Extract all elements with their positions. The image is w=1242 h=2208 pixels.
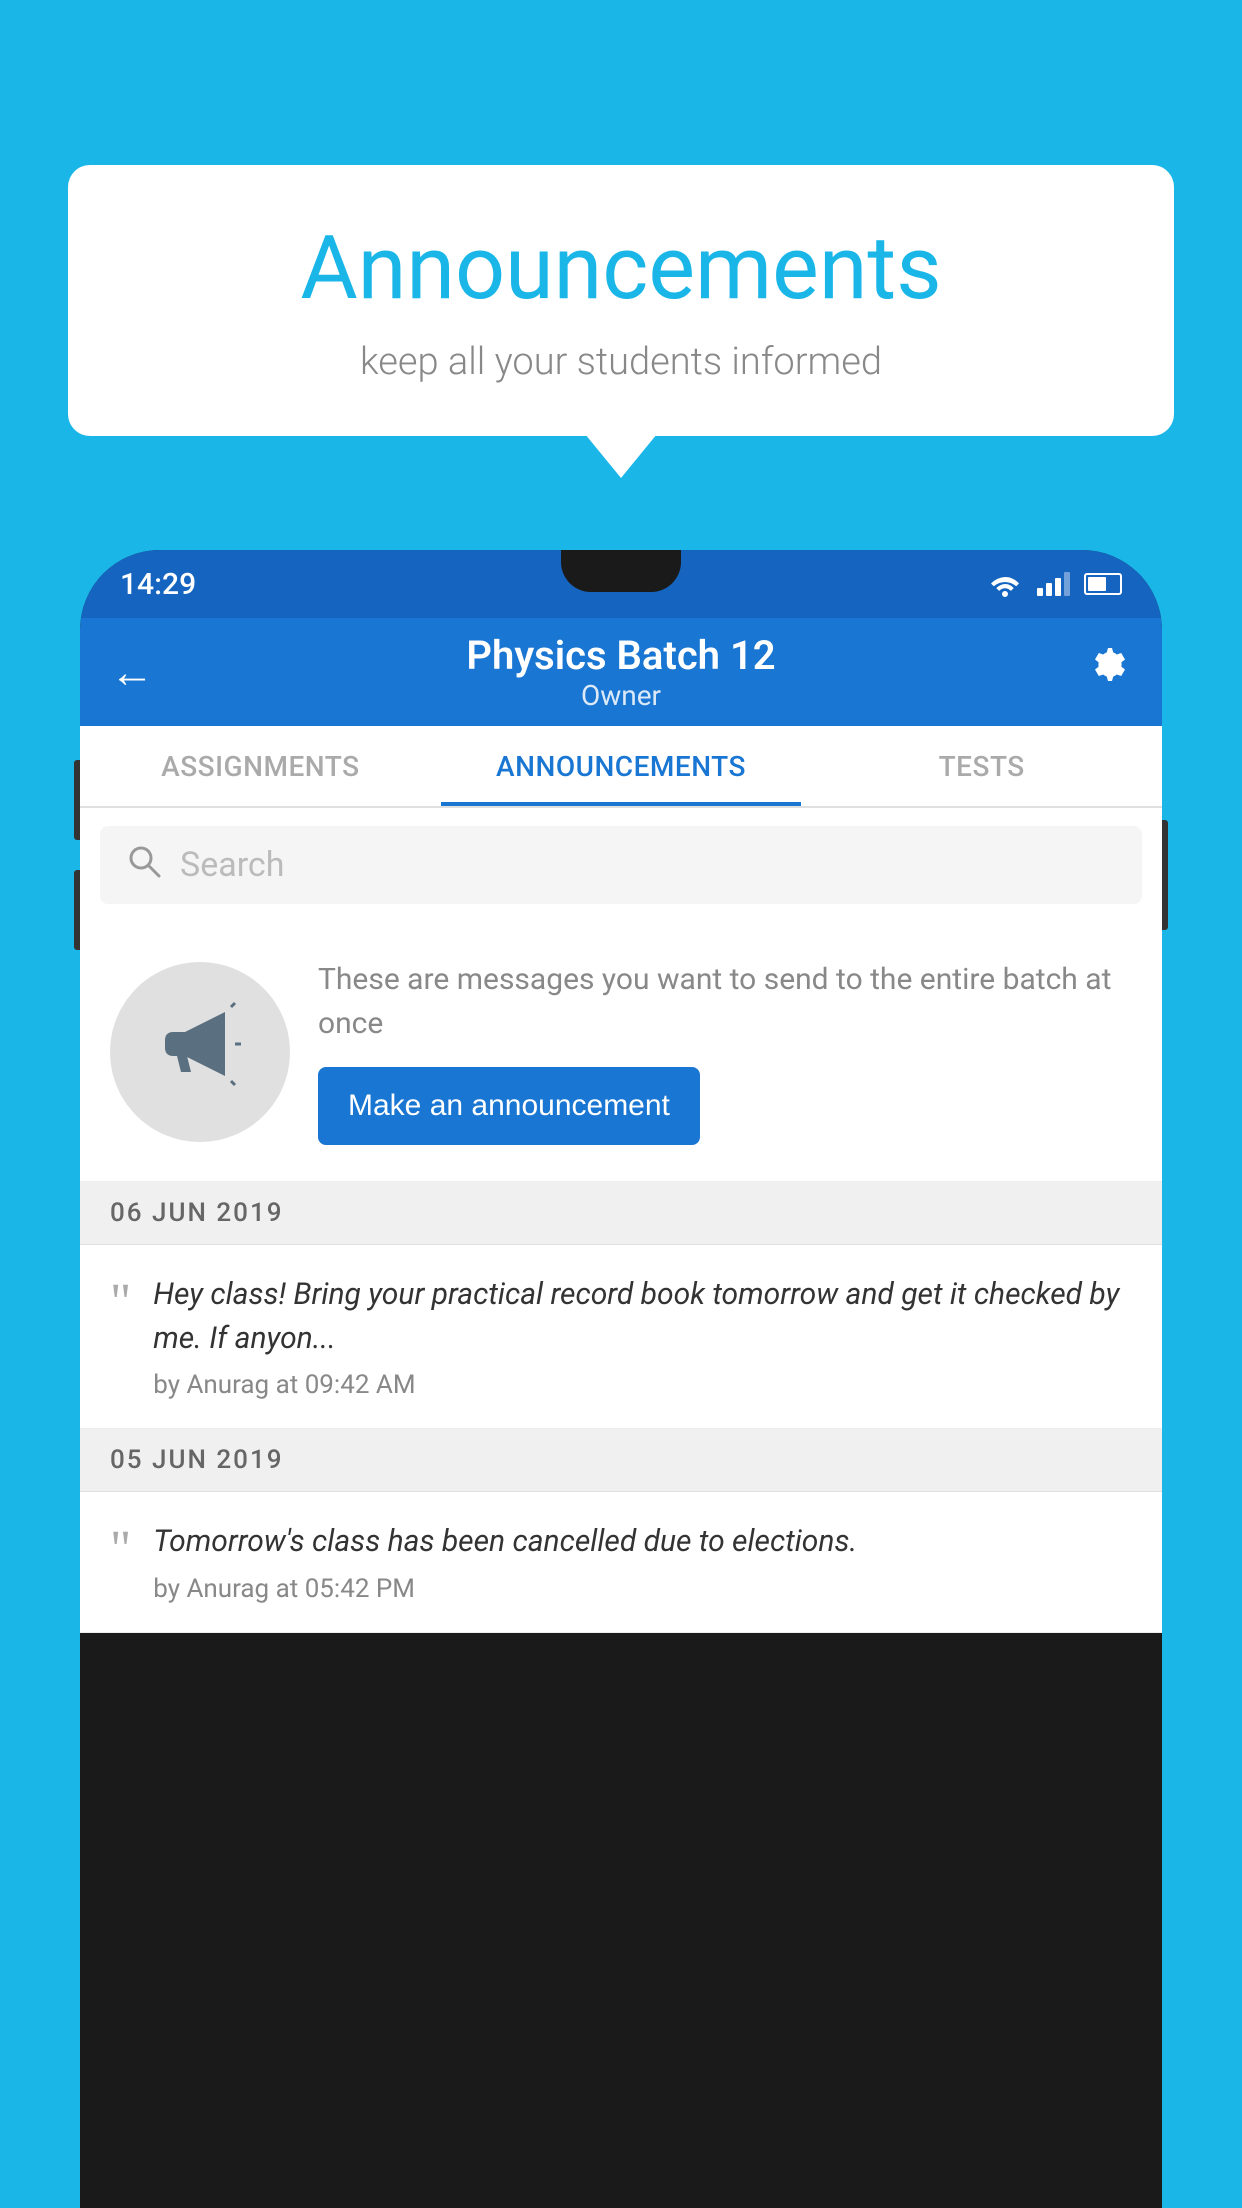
megaphone-icon	[155, 997, 245, 1107]
empty-state-description: These are messages you want to send to t…	[318, 958, 1132, 1045]
empty-state-right: These are messages you want to send to t…	[318, 958, 1132, 1145]
battery-icon	[1084, 573, 1122, 595]
quote-icon-1: "	[110, 1277, 131, 1329]
app-bar-subtitle: Owner	[180, 679, 1062, 712]
bubble-subtitle: keep all your students informed	[128, 340, 1114, 384]
announcement-item-2[interactable]: " Tomorrow's class has been cancelled du…	[80, 1492, 1162, 1633]
search-bar[interactable]: Search	[100, 826, 1142, 904]
status-bar: 14:29	[80, 550, 1162, 618]
announcement-text-2: Tomorrow's class has been cancelled due …	[153, 1520, 1132, 1564]
signal-icon	[1037, 572, 1070, 596]
status-time: 14:29	[120, 567, 196, 602]
empty-state: These are messages you want to send to t…	[80, 922, 1162, 1182]
tabs-bar: ASSIGNMENTS ANNOUNCEMENTS TESTS	[80, 726, 1162, 808]
date-divider-1: 06 JUN 2019	[80, 1182, 1162, 1245]
announcement-meta-2: by Anurag at 05:42 PM	[153, 1574, 1132, 1604]
quote-icon-2: "	[110, 1524, 131, 1576]
make-announcement-button[interactable]: Make an announcement	[318, 1067, 700, 1145]
megaphone-circle	[110, 962, 290, 1142]
app-bar: ← Physics Batch 12 Owner	[80, 618, 1162, 726]
bubble-title: Announcements	[128, 217, 1114, 320]
announcement-item-1[interactable]: " Hey class! Bring your practical record…	[80, 1245, 1162, 1429]
status-icons	[987, 571, 1122, 597]
announcement-content-2: Tomorrow's class has been cancelled due …	[153, 1520, 1132, 1604]
search-icon	[126, 843, 162, 888]
search-placeholder: Search	[180, 845, 284, 885]
settings-button[interactable]	[1062, 645, 1132, 700]
notch	[561, 550, 681, 592]
tab-assignments[interactable]: ASSIGNMENTS	[80, 726, 441, 806]
date-divider-2: 05 JUN 2019	[80, 1429, 1162, 1492]
phone-frame: 14:29 ← Physics Batch 12 Owner	[80, 550, 1162, 2208]
app-bar-title: Physics Batch 12	[180, 632, 1062, 679]
announcement-meta-1: by Anurag at 09:42 AM	[153, 1370, 1132, 1400]
app-bar-title-group: Physics Batch 12 Owner	[180, 632, 1062, 712]
tab-announcements[interactable]: ANNOUNCEMENTS	[441, 726, 802, 806]
speech-bubble: Announcements keep all your students inf…	[68, 165, 1174, 436]
back-button[interactable]: ←	[110, 646, 180, 698]
content-area: Search These are messages you want to se…	[80, 808, 1162, 1633]
wifi-icon	[987, 571, 1023, 597]
speech-bubble-section: Announcements keep all your students inf…	[68, 165, 1174, 436]
announcement-content-1: Hey class! Bring your practical record b…	[153, 1273, 1132, 1400]
announcement-text-1: Hey class! Bring your practical record b…	[153, 1273, 1132, 1360]
tab-tests[interactable]: TESTS	[801, 726, 1162, 806]
